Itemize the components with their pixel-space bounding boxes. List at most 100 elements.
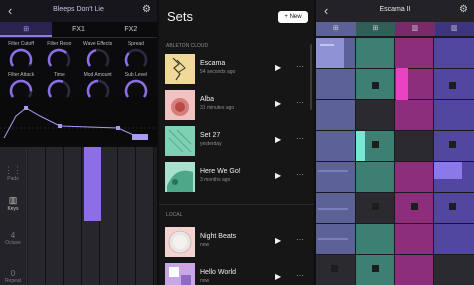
clip-playing[interactable] bbox=[434, 162, 462, 179]
keys-icon: ▥ bbox=[411, 25, 419, 32]
option-keys[interactable]: ▥ Keys bbox=[0, 195, 26, 212]
play-icon[interactable]: ▶ bbox=[275, 171, 281, 180]
track-tab-4[interactable]: ▥ bbox=[434, 22, 474, 36]
settings-icon[interactable]: ⚙ bbox=[142, 4, 151, 15]
play-icon[interactable]: ▶ bbox=[275, 272, 281, 281]
more-icon[interactable]: ··· bbox=[296, 271, 304, 280]
knob-label: Wave Effects bbox=[83, 41, 113, 47]
stop-icon[interactable] bbox=[372, 141, 379, 148]
knob-label: Filter Cutoff bbox=[8, 41, 34, 47]
clip-playing[interactable] bbox=[356, 131, 365, 161]
set-row-night-beats[interactable]: Night Beats now ▶ ··· bbox=[159, 225, 314, 261]
play-icon[interactable]: ▶ bbox=[275, 135, 281, 144]
set-name: Set 27 bbox=[200, 132, 221, 139]
knob-filter-attack[interactable]: Filter Attack bbox=[2, 72, 40, 101]
more-icon[interactable]: ··· bbox=[296, 134, 304, 143]
new-set-button[interactable]: + New bbox=[278, 11, 308, 23]
key-column[interactable] bbox=[100, 147, 118, 285]
sets-panel: Sets + New ABLETON CLOUD Escama 54 secon… bbox=[159, 0, 314, 285]
local-section-label: LOCAL bbox=[166, 212, 183, 218]
track-tab-2[interactable]: ⊞ bbox=[355, 22, 395, 36]
set-row-here-we-go[interactable]: Here We Go! 3 months ago ▶ ··· bbox=[159, 160, 314, 196]
set-time: now bbox=[200, 242, 210, 248]
tab-fx1[interactable]: FX1 bbox=[52, 22, 104, 37]
set-row-escama[interactable]: Escama 54 seconds ago ▶ ··· bbox=[159, 52, 314, 88]
grid-icon: ⊞ bbox=[23, 26, 30, 33]
option-pads[interactable]: ⋮⋮ Pads bbox=[0, 165, 26, 182]
keys-icon: ▥ bbox=[8, 195, 18, 205]
session-title: Escama II bbox=[379, 6, 411, 13]
set-row-hello-world[interactable]: Hello World now ▶ ··· bbox=[159, 261, 314, 285]
key-column[interactable] bbox=[28, 147, 46, 285]
settings-icon[interactable]: ⚙ bbox=[459, 4, 468, 15]
play-icon[interactable]: ▶ bbox=[275, 236, 281, 245]
set-name: Hello World bbox=[200, 269, 237, 276]
set-row-alba[interactable]: Alba 31 minutes ago ▶ ··· bbox=[159, 88, 314, 124]
more-icon[interactable]: ··· bbox=[296, 170, 304, 179]
tab-grid[interactable]: ⊞ bbox=[0, 22, 53, 37]
set-thumbnail bbox=[165, 126, 195, 156]
knob-dial-icon bbox=[86, 48, 109, 67]
stop-icon[interactable] bbox=[449, 203, 456, 210]
knob-mod-amount[interactable]: Mod Amount bbox=[79, 72, 117, 101]
set-row-set-27[interactable]: Set 27 yesterday ▶ ··· bbox=[159, 124, 314, 160]
option-octave[interactable]: 4 Octave bbox=[0, 231, 26, 246]
knob-wave-effects[interactable]: Wave Effects bbox=[79, 41, 117, 70]
tab-fx2[interactable]: FX2 bbox=[105, 22, 157, 37]
more-icon[interactable]: ··· bbox=[296, 98, 304, 107]
row-divider bbox=[316, 192, 474, 193]
cloud-section-label: ABLETON CLOUD bbox=[166, 43, 209, 49]
knob-label: Filter Reso bbox=[47, 41, 72, 47]
play-icon[interactable]: ▶ bbox=[275, 63, 281, 72]
envelope-curve-icon bbox=[0, 106, 157, 140]
stop-icon[interactable] bbox=[449, 82, 456, 89]
play-icon[interactable]: ▶ bbox=[275, 99, 281, 108]
key-column[interactable] bbox=[118, 147, 136, 285]
key-column[interactable] bbox=[136, 147, 154, 285]
key-column[interactable] bbox=[64, 147, 82, 285]
clip-slot-empty[interactable] bbox=[434, 255, 474, 285]
session-header: ‹ Escama II ⚙ bbox=[316, 0, 474, 22]
knob-sub-level[interactable]: Sub Level bbox=[117, 72, 155, 101]
knob-label: Spread bbox=[127, 41, 144, 47]
clip-slot-empty[interactable] bbox=[395, 131, 433, 161]
stop-icon[interactable] bbox=[372, 203, 379, 210]
stop-icon[interactable] bbox=[331, 265, 338, 272]
set-thumbnail bbox=[165, 90, 195, 120]
option-repeat[interactable]: 0 Repeat bbox=[0, 269, 26, 284]
stop-icon[interactable] bbox=[449, 141, 456, 148]
knob-filter-reso[interactable]: Filter Reso bbox=[40, 41, 78, 70]
stop-icon[interactable] bbox=[372, 265, 379, 272]
sets-header: Sets + New bbox=[159, 0, 314, 40]
synth-panel: ‹ Bleeps Don't Lie ⚙ ⊞ FX1 FX2 Filter Cu… bbox=[0, 0, 157, 285]
key-column[interactable] bbox=[46, 147, 64, 285]
knob-spread[interactable]: Spread bbox=[117, 41, 155, 70]
clip-playing[interactable] bbox=[316, 38, 344, 68]
knob-label: Sub Level bbox=[124, 72, 147, 78]
knob-filter-cutoff[interactable]: Filter Cutoff bbox=[2, 41, 40, 70]
set-thumbnail bbox=[165, 227, 195, 257]
knob-time[interactable]: Time bbox=[40, 72, 78, 101]
set-thumbnail bbox=[165, 54, 195, 84]
track-tab-3[interactable]: ▥ bbox=[395, 22, 435, 36]
track-tab-1[interactable]: ⊞ bbox=[316, 22, 356, 36]
track-tabs: ⊞ ⊞ ▥ ▥ bbox=[316, 22, 474, 36]
section-divider bbox=[159, 204, 314, 205]
row-divider bbox=[316, 99, 474, 100]
envelope-display[interactable] bbox=[0, 98, 157, 142]
pads-icon: ⋮⋮ bbox=[4, 165, 22, 175]
active-note[interactable] bbox=[84, 147, 101, 221]
stop-icon[interactable] bbox=[411, 203, 418, 210]
set-time: now bbox=[200, 278, 210, 284]
clip-slot-empty[interactable] bbox=[356, 100, 394, 130]
repeat-value: 0 bbox=[10, 269, 16, 278]
set-time: yesterday bbox=[200, 141, 222, 147]
synth-title: Bleeps Don't Lie bbox=[53, 6, 104, 13]
clip-playing[interactable] bbox=[396, 68, 408, 100]
set-name: Alba bbox=[200, 96, 215, 103]
more-icon[interactable]: ··· bbox=[296, 235, 304, 244]
stop-icon[interactable] bbox=[372, 82, 379, 89]
more-icon[interactable]: ··· bbox=[296, 62, 304, 71]
option-label: Octave bbox=[5, 240, 21, 246]
